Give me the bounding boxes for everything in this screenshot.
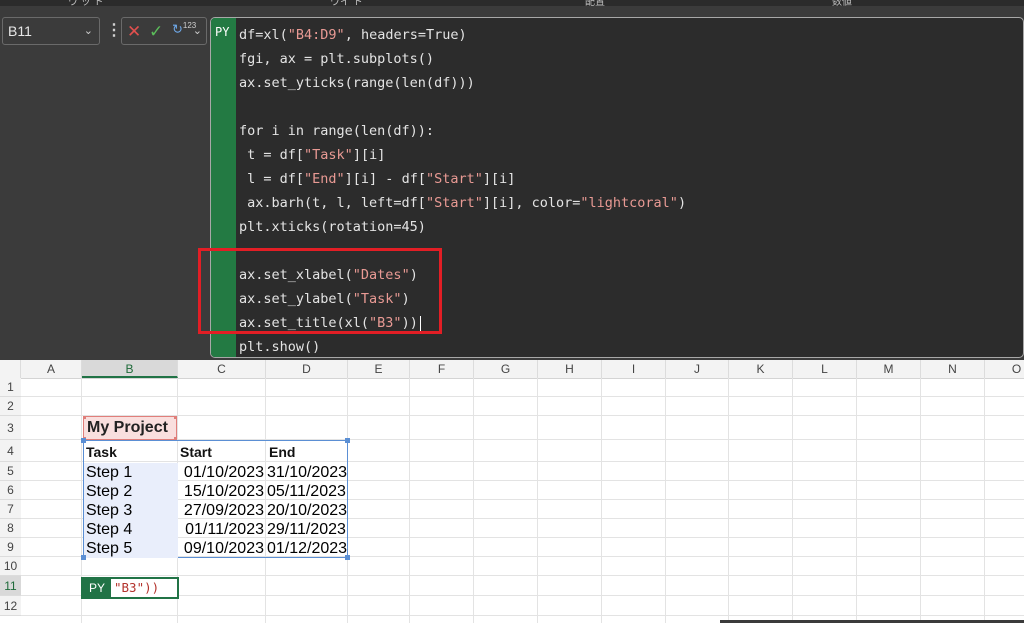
task-cell[interactable]: Step 1: [84, 463, 178, 482]
project-title: My Project: [87, 419, 168, 436]
row-header-4[interactable]: 4: [0, 440, 21, 462]
formula-controls: ✕ ✓ ↻123 ⌄: [121, 17, 207, 45]
table-handle: [81, 555, 86, 560]
column-header-f[interactable]: F: [410, 360, 474, 378]
column-header-i[interactable]: I: [602, 360, 666, 378]
column-header-k[interactable]: K: [729, 360, 793, 378]
python-cell-text: "B3")): [114, 580, 160, 595]
task-cell[interactable]: Step 3: [84, 501, 178, 520]
column-gridline: [728, 378, 729, 623]
table-row[interactable]: Step 2 15/10/2023 05/11/2023: [84, 482, 347, 501]
column-header-l[interactable]: L: [793, 360, 857, 378]
table-row[interactable]: Step 1 01/10/2023 31/10/2023: [84, 463, 347, 482]
row-header-3[interactable]: 3: [0, 416, 21, 440]
column-header-e[interactable]: E: [348, 360, 410, 378]
column-header-m[interactable]: M: [857, 360, 921, 378]
python-cell-b11[interactable]: PY "B3")): [81, 577, 179, 599]
start-cell[interactable]: 27/09/2023: [178, 501, 267, 520]
code-line[interactable]: for i in range(len(df)):: [239, 119, 686, 143]
row-header-11[interactable]: 11: [0, 576, 21, 596]
end-cell[interactable]: 05/11/2023: [267, 482, 347, 501]
end-cell[interactable]: 20/10/2023: [267, 501, 347, 520]
name-box[interactable]: B11 ⌄: [2, 17, 100, 45]
column-gridline: [537, 378, 538, 623]
row-header-8[interactable]: 8: [0, 519, 21, 538]
annotation-highlight-box: [198, 248, 442, 334]
name-box-value: B11: [8, 23, 32, 39]
row-header-5[interactable]: 5: [0, 462, 21, 481]
table-row[interactable]: Step 4 01/11/2023 29/11/2023: [84, 520, 347, 539]
column-header-a[interactable]: A: [21, 360, 82, 378]
task-cell[interactable]: Step 4: [84, 520, 178, 539]
python-prefix: PY: [215, 25, 230, 39]
column-headers: ABCDEFGHIJKLMNO: [0, 360, 1024, 379]
table-handle: [81, 438, 86, 443]
table-row[interactable]: Step 5 09/10/2023 01/12/2023: [84, 539, 347, 558]
task-cell[interactable]: Step 5: [84, 539, 178, 558]
row-gridline: [21, 615, 1024, 616]
formula-bar: B11 ⌄ ⋮ ✕ ✓ ↻123 ⌄ PY df=xl("B4:D9", hea…: [0, 6, 1024, 360]
code-line[interactable]: ax.barh(t, l, left=df["Start"][i], color…: [239, 191, 686, 215]
spreadsheet-grid[interactable]: ABCDEFGHIJKLMNO 1 2 3 4 5 6 7 8 9 10 11 12 My Proje…: [0, 360, 1024, 623]
code-line[interactable]: fgi, ax = plt.subplots(): [239, 47, 686, 71]
column-gridline: [665, 378, 666, 623]
code-line[interactable]: plt.show(): [239, 335, 686, 357]
column-gridline: [920, 378, 921, 623]
row-gridline: [21, 575, 1024, 576]
row-header-2[interactable]: 2: [0, 397, 21, 416]
start-cell[interactable]: 01/10/2023: [178, 463, 267, 482]
column-gridline: [792, 378, 793, 623]
code-line[interactable]: ax.set_yticks(range(len(df))): [239, 71, 686, 95]
selection-handle: [84, 417, 86, 419]
code-line[interactable]: plt.xticks(rotation=45): [239, 215, 686, 239]
project-title-cell[interactable]: My Project: [83, 416, 177, 440]
table-handle: [345, 555, 350, 560]
start-cell[interactable]: 09/10/2023: [178, 539, 267, 558]
start-cell[interactable]: 01/11/2023: [178, 520, 267, 539]
row-header-1[interactable]: 1: [0, 378, 21, 397]
header-task[interactable]: Task: [84, 441, 180, 463]
column-header-g[interactable]: G: [474, 360, 538, 378]
column-header-b[interactable]: B: [82, 360, 178, 378]
column-header-n[interactable]: N: [921, 360, 985, 378]
cancel-icon[interactable]: ✕: [127, 22, 141, 42]
start-cell[interactable]: 15/10/2023: [178, 482, 267, 501]
code-line[interactable]: l = df["End"][i] - df["Start"][i]: [239, 167, 686, 191]
row-gridline: [21, 396, 1024, 397]
end-cell[interactable]: 31/10/2023: [267, 463, 347, 482]
column-header-j[interactable]: J: [666, 360, 729, 378]
row-header-6[interactable]: 6: [0, 481, 21, 500]
confirm-icon[interactable]: ✓: [149, 22, 163, 42]
end-cell[interactable]: 01/12/2023: [267, 539, 347, 558]
chevron-down-icon[interactable]: ⌄: [84, 24, 93, 37]
column-header-c[interactable]: C: [178, 360, 266, 378]
column-gridline: [984, 378, 985, 623]
python-cell-tag: PY: [83, 579, 111, 597]
select-all-corner[interactable]: [0, 360, 21, 378]
column-gridline: [409, 378, 410, 623]
column-gridline: [856, 378, 857, 623]
row-header-10[interactable]: 10: [0, 557, 21, 576]
chevron-down-icon[interactable]: ⌄: [193, 24, 202, 37]
table-handle: [345, 438, 350, 443]
column-header-d[interactable]: D: [266, 360, 348, 378]
column-gridline: [473, 378, 474, 623]
row-header-9[interactable]: 9: [0, 538, 21, 557]
code-line[interactable]: [239, 95, 686, 119]
row-header-12[interactable]: 12: [0, 596, 21, 616]
selection-handle: [174, 417, 176, 419]
code-line[interactable]: df=xl("B4:D9", headers=True): [239, 23, 686, 47]
column-gridline: [601, 378, 602, 623]
header-end[interactable]: End: [267, 441, 349, 463]
end-cell[interactable]: 29/11/2023: [267, 520, 347, 539]
task-cell[interactable]: Step 2: [84, 482, 178, 501]
column-header-h[interactable]: H: [538, 360, 602, 378]
table-row[interactable]: Step 3 27/09/2023 20/10/2023: [84, 501, 347, 520]
header-start[interactable]: Start: [178, 441, 269, 463]
task-table[interactable]: Task Start End Step 1 01/10/2023 31/10/2…: [81, 438, 350, 560]
column-header-o[interactable]: O: [985, 360, 1024, 378]
row-header-7[interactable]: 7: [0, 500, 21, 519]
code-line[interactable]: t = df["Task"][i]: [239, 143, 686, 167]
more-options-icon[interactable]: ⋮: [106, 20, 122, 40]
